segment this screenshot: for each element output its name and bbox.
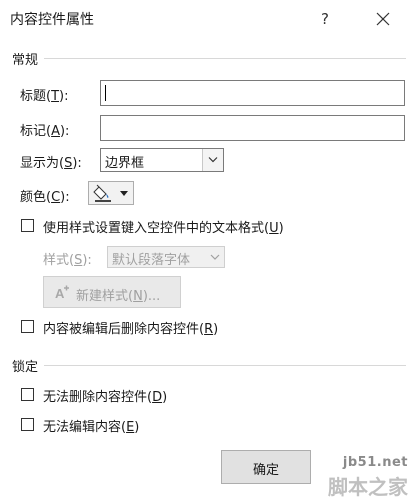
no-edit-checkbox[interactable] [21,418,34,431]
style-label: 样式(S): [43,253,92,268]
paint-bucket-icon [93,184,111,202]
text-caret [105,85,106,101]
help-button[interactable]: ? [312,6,338,32]
title-bar: 内容控件属性 ? [0,0,414,38]
color-picker-button[interactable] [88,181,134,205]
remove-after-edit-checkbox[interactable] [21,320,34,333]
tag-label: 标记(A): [20,124,70,139]
watermark-site: jb51.net [342,455,408,470]
content-control-properties-dialog: 内容控件属性 ? 常规 标题(T): 标记(A): 显示为(S): 边界框 颜色… [0,0,414,499]
color-label: 颜色(C): [20,190,70,205]
section-divider [44,58,406,59]
style-value: 默认段落字体 [112,253,191,268]
section-locking-label: 锁定 [12,360,39,375]
close-icon [376,12,390,26]
use-style-label[interactable]: 使用样式设置键入空控件中的文本格式(U) [43,217,284,236]
section-general-label: 常规 [12,53,39,68]
new-style-label: 新建样式(N)... [76,289,161,304]
dialog-title: 内容控件属性 [10,12,94,28]
title-label: 标题(T): [20,89,69,104]
chevron-down-icon [210,254,220,260]
close-button[interactable] [370,6,396,32]
title-input[interactable] [100,80,405,106]
show-as-select[interactable]: 边界框 [100,148,224,172]
caret-down-icon [120,191,128,196]
chevron-down-icon [208,157,218,163]
show-as-label: 显示为(S): [20,156,82,171]
tag-input[interactable] [100,115,405,141]
section-divider [44,365,406,366]
watermark-name: 脚本之家 [328,475,408,499]
new-style-button[interactable]: A 新建样式(N)... [43,276,181,308]
watermark: jb51.net 脚本之家 [286,455,414,499]
style-select[interactable]: 默认段落字体 [107,246,225,268]
no-delete-label[interactable]: 无法删除内容控件(D) [43,386,167,405]
no-edit-label[interactable]: 无法编辑内容(E) [43,416,139,435]
new-style-icon: A [55,285,69,301]
show-as-value: 边界框 [105,156,145,171]
show-as-dropdown-button[interactable] [202,149,223,171]
use-style-checkbox[interactable] [21,219,34,232]
svg-text:A: A [55,286,65,301]
remove-after-edit-label[interactable]: 内容被编辑后删除内容控件(R) [43,318,218,337]
no-delete-checkbox[interactable] [21,388,34,401]
